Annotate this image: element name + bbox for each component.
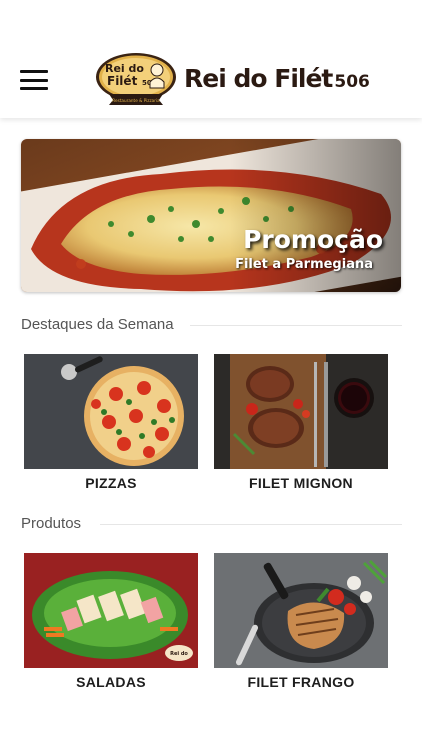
brand-number: 506 <box>334 72 370 92</box>
chicken-filet-photo <box>214 553 388 668</box>
category-card-pizzas[interactable]: PIZZAS <box>24 354 198 494</box>
category-label: PIZZAS <box>85 475 137 491</box>
highlights-section-title: Destaques da Semana <box>21 316 174 333</box>
brand-name: Rei do Filét 506 <box>184 62 370 96</box>
svg-text:Filét: Filét <box>107 74 138 88</box>
section-divider <box>190 325 402 326</box>
promo-title: Promoção <box>243 225 383 254</box>
category-label: SALADAS <box>76 674 146 690</box>
svg-text:Rei do: Rei do <box>170 651 188 657</box>
app-header: Rei do Filét 506 Restaurante & Pizzaria … <box>0 0 422 118</box>
menu-icon[interactable] <box>20 70 48 90</box>
svg-text:Restaurante & Pizzaria: Restaurante & Pizzaria <box>112 98 160 103</box>
category-card-saladas[interactable]: Rei do SALADAS <box>24 553 198 693</box>
category-label: FILET MIGNON <box>249 475 353 491</box>
brand-title: Rei do Filét <box>184 64 333 93</box>
promo-banner[interactable]: Promoção Filet a Parmegiana <box>21 139 401 292</box>
pizza-photo <box>24 354 198 469</box>
filet-mignon-photo <box>214 354 388 469</box>
category-card-filet-frango[interactable]: FILET FRANGO <box>214 553 388 693</box>
salad-photo: Rei do <box>24 553 198 668</box>
category-label: FILET FRANGO <box>247 674 355 690</box>
products-section-title: Produtos <box>21 515 82 532</box>
promo-subtitle: Filet a Parmegiana <box>235 257 373 272</box>
section-divider <box>100 524 402 525</box>
category-card-filet-mignon[interactable]: FILET MIGNON <box>214 354 388 494</box>
restaurant-logo[interactable]: Rei do Filét 506 Restaurante & Pizzaria <box>95 52 177 106</box>
